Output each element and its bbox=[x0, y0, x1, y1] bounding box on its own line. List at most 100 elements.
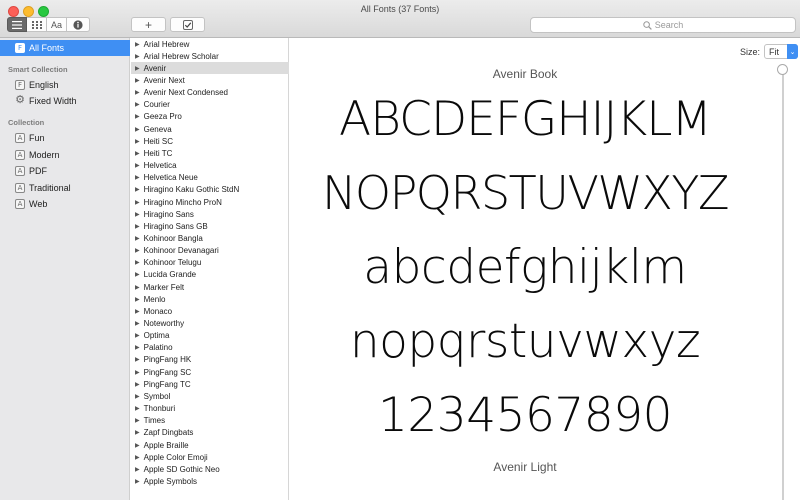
font-family-row[interactable]: ▶ Apple Symbols bbox=[131, 475, 289, 487]
disclosure-triangle-icon[interactable]: ▶ bbox=[135, 344, 140, 351]
font-family-row[interactable]: ▶ Hiragino Kaku Gothic StdN bbox=[131, 184, 289, 196]
font-family-row[interactable]: ▶ Optima bbox=[131, 330, 289, 342]
font-family-row[interactable]: ▶ Apple SD Gothic Neo bbox=[131, 463, 289, 475]
disclosure-triangle-icon[interactable]: ▶ bbox=[135, 211, 140, 218]
disclosure-triangle-icon[interactable]: ▶ bbox=[135, 429, 140, 436]
collection-icon: A bbox=[15, 133, 25, 143]
font-family-row[interactable]: ▶ Avenir bbox=[131, 62, 289, 75]
disclosure-triangle-icon[interactable]: ▶ bbox=[135, 89, 140, 96]
disclosure-triangle-icon[interactable]: ▶ bbox=[135, 271, 140, 278]
disclosure-triangle-icon[interactable]: ▶ bbox=[135, 381, 140, 388]
font-family-row[interactable]: ▶ Times bbox=[131, 415, 289, 427]
font-family-name: Courier bbox=[143, 100, 170, 110]
disclosure-triangle-icon[interactable]: ▶ bbox=[135, 247, 140, 254]
font-family-row[interactable]: ▶ Heiti TC bbox=[131, 147, 289, 159]
sample-view-button[interactable] bbox=[7, 17, 27, 32]
disclosure-triangle-icon[interactable]: ▶ bbox=[135, 174, 140, 181]
disclosure-triangle-icon[interactable]: ▶ bbox=[135, 284, 140, 291]
disclosure-triangle-icon[interactable]: ▶ bbox=[135, 65, 140, 72]
font-family-row[interactable]: ▶ Kohinoor Telugu bbox=[131, 257, 289, 269]
sidebar-item-fixed-width[interactable]: ⚙ Fixed Width bbox=[0, 93, 130, 109]
font-family-name: Avenir Next Condensed bbox=[143, 88, 228, 98]
disclosure-triangle-icon[interactable]: ▶ bbox=[135, 393, 140, 400]
disclosure-triangle-icon[interactable]: ▶ bbox=[135, 235, 140, 242]
disclosure-triangle-icon[interactable]: ▶ bbox=[135, 356, 140, 363]
font-family-row[interactable]: ▶ Apple Color Emoji bbox=[131, 451, 289, 463]
disclosure-triangle-icon[interactable]: ▶ bbox=[135, 199, 140, 206]
font-family-row[interactable]: ▶ Avenir Next Condensed bbox=[131, 87, 289, 99]
disclosure-triangle-icon[interactable]: ▶ bbox=[135, 296, 140, 303]
disclosure-triangle-icon[interactable]: ▶ bbox=[135, 126, 140, 133]
disclosure-triangle-icon[interactable]: ▶ bbox=[135, 466, 140, 473]
size-slider-track[interactable] bbox=[782, 68, 784, 500]
font-family-row[interactable]: ▶ PingFang TC bbox=[131, 378, 289, 390]
disclosure-triangle-icon[interactable]: ▶ bbox=[135, 186, 140, 193]
font-family-row[interactable]: ▶ Apple Braille bbox=[131, 439, 289, 451]
disclosure-triangle-icon[interactable]: ▶ bbox=[135, 101, 140, 108]
font-family-row[interactable]: ▶ Heiti SC bbox=[131, 135, 289, 147]
font-family-row[interactable]: ▶ PingFang SC bbox=[131, 366, 289, 378]
font-family-row[interactable]: ▶ Helvetica bbox=[131, 160, 289, 172]
sidebar-item-label: Traditional bbox=[29, 183, 71, 193]
font-info-button[interactable] bbox=[67, 17, 90, 32]
size-select[interactable]: Fit ⌄ bbox=[764, 44, 798, 59]
font-family-name: Kohinoor Devanagari bbox=[143, 246, 219, 256]
font-family-row[interactable]: ▶ Noteworthy bbox=[131, 317, 289, 329]
font-family-row[interactable]: ▶ Hiragino Sans GB bbox=[131, 220, 289, 232]
font-family-row[interactable]: ▶ Kohinoor Devanagari bbox=[131, 245, 289, 257]
sidebar-item-modern[interactable]: A Modern bbox=[0, 147, 130, 163]
font-family-row[interactable]: ▶ Avenir Next bbox=[131, 74, 289, 86]
disclosure-triangle-icon[interactable]: ▶ bbox=[135, 332, 140, 339]
disclosure-triangle-icon[interactable]: ▶ bbox=[135, 442, 140, 449]
font-family-row[interactable]: ▶ Lucida Grande bbox=[131, 269, 289, 281]
font-family-row[interactable]: ▶ Thonburi bbox=[131, 403, 289, 415]
disclosure-triangle-icon[interactable]: ▶ bbox=[135, 53, 140, 60]
font-family-row[interactable]: ▶ Kohinoor Bangla bbox=[131, 232, 289, 244]
size-slider-knob[interactable] bbox=[777, 64, 788, 75]
font-family-row[interactable]: ▶ Monaco bbox=[131, 305, 289, 317]
disclosure-triangle-icon[interactable]: ▶ bbox=[135, 320, 140, 327]
disclosure-triangle-icon[interactable]: ▶ bbox=[135, 478, 140, 485]
font-family-name: Times bbox=[143, 416, 166, 426]
font-family-row[interactable]: ▶ Palatino bbox=[131, 342, 289, 354]
font-family-name: Geeza Pro bbox=[143, 112, 182, 122]
custom-view-button[interactable]: Aa bbox=[47, 17, 67, 32]
font-family-row[interactable]: ▶ Arial Hebrew Scholar bbox=[131, 50, 289, 62]
font-family-row[interactable]: ▶ Arial Hebrew bbox=[131, 38, 289, 50]
sidebar-item-traditional[interactable]: A Traditional bbox=[0, 180, 130, 196]
sidebar-item-english[interactable]: F English bbox=[0, 77, 130, 93]
disclosure-triangle-icon[interactable]: ▶ bbox=[135, 113, 140, 120]
disclosure-triangle-icon[interactable]: ▶ bbox=[135, 41, 140, 48]
disclosure-triangle-icon[interactable]: ▶ bbox=[135, 162, 140, 169]
disclosure-triangle-icon[interactable]: ▶ bbox=[135, 77, 140, 84]
font-family-row[interactable]: ▶ Helvetica Neue bbox=[131, 172, 289, 184]
font-family-row[interactable]: ▶ Geneva bbox=[131, 123, 289, 135]
font-family-row[interactable]: ▶ Menlo bbox=[131, 293, 289, 305]
disclosure-triangle-icon[interactable]: ▶ bbox=[135, 138, 140, 145]
font-family-row[interactable]: ▶ Hiragino Sans bbox=[131, 208, 289, 220]
font-family-row[interactable]: ▶ Symbol bbox=[131, 390, 289, 402]
disclosure-triangle-icon[interactable]: ▶ bbox=[135, 308, 140, 315]
font-family-row[interactable]: ▶ Marker Felt bbox=[131, 281, 289, 293]
sidebar-item-fun[interactable]: A Fun bbox=[0, 130, 130, 146]
disclosure-triangle-icon[interactable]: ▶ bbox=[135, 369, 140, 376]
repertoire-view-button[interactable] bbox=[27, 17, 47, 32]
font-family-row[interactable]: ▶ Hiragino Mincho ProN bbox=[131, 196, 289, 208]
preview-next-face-name: Avenir Light bbox=[493, 460, 557, 474]
add-font-button[interactable]: + bbox=[131, 17, 166, 32]
disclosure-triangle-icon[interactable]: ▶ bbox=[135, 417, 140, 424]
search-field[interactable]: Search bbox=[530, 17, 796, 33]
disclosure-triangle-icon[interactable]: ▶ bbox=[135, 223, 140, 230]
disclosure-triangle-icon[interactable]: ▶ bbox=[135, 405, 140, 412]
sidebar-item-web[interactable]: A Web bbox=[0, 196, 130, 212]
disclosure-triangle-icon[interactable]: ▶ bbox=[135, 150, 140, 157]
font-family-row[interactable]: ▶ Geeza Pro bbox=[131, 111, 289, 123]
font-family-row[interactable]: ▶ Courier bbox=[131, 99, 289, 111]
validate-font-button[interactable] bbox=[170, 17, 205, 32]
font-family-row[interactable]: ▶ PingFang HK bbox=[131, 354, 289, 366]
sidebar-item-pdf[interactable]: A PDF bbox=[0, 163, 130, 179]
disclosure-triangle-icon[interactable]: ▶ bbox=[135, 259, 140, 266]
sidebar-item-all-fonts[interactable]: F All Fonts bbox=[0, 40, 130, 56]
font-family-row[interactable]: ▶ Zapf Dingbats bbox=[131, 427, 289, 439]
disclosure-triangle-icon[interactable]: ▶ bbox=[135, 454, 140, 461]
